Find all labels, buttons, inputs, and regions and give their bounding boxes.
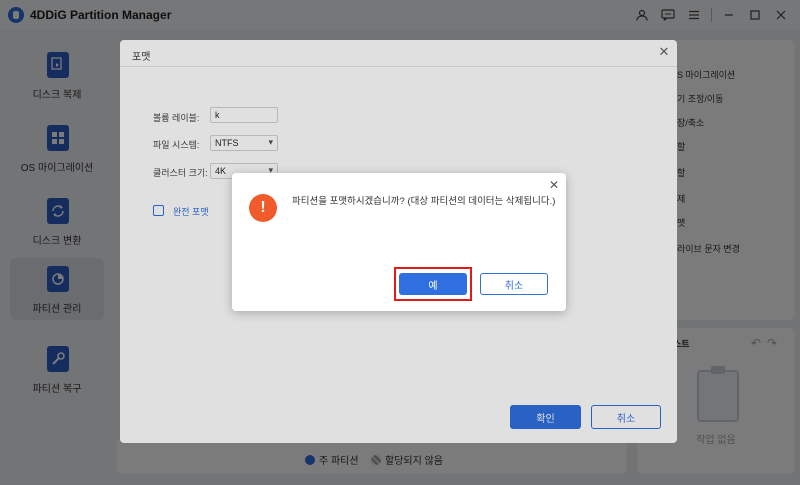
yes-button-highlight — [394, 267, 472, 301]
confirm-message: 파티션을 포맷하시겠습니까? (대상 파티션의 데이터는 삭제됩니다.) — [292, 196, 556, 207]
confirm-cancel-button[interactable]: 취소 — [480, 273, 548, 295]
confirm-close-icon[interactable]: ✕ — [549, 178, 559, 192]
warning-icon: ! — [249, 194, 277, 222]
